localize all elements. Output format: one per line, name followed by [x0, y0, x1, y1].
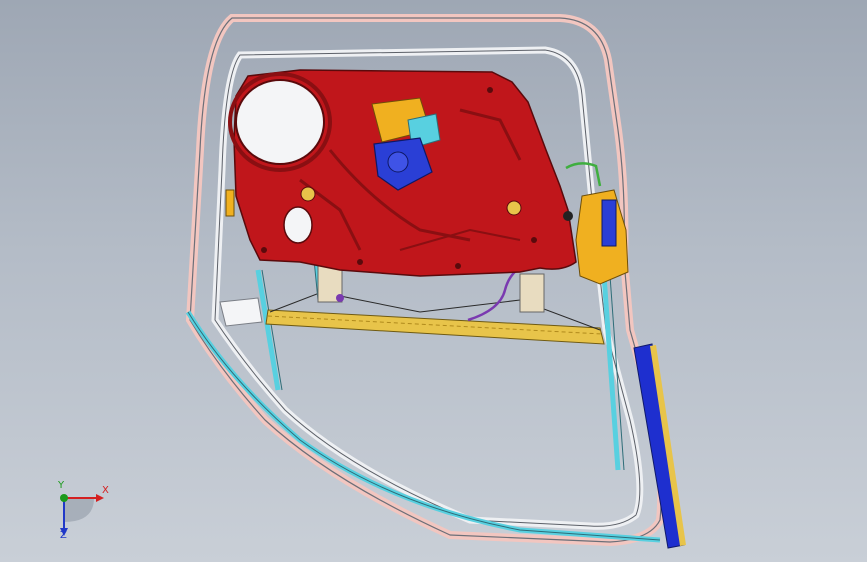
mount-hole-1 [261, 247, 267, 253]
front-run-channel[interactable] [255, 269, 281, 391]
latch-black-clip [563, 211, 573, 221]
panel-access-hole[interactable] [283, 206, 313, 244]
mount-hole-2 [357, 259, 363, 265]
y-axis-dot [60, 494, 68, 502]
motor-gear [387, 151, 409, 173]
door-assembly-model[interactable] [0, 0, 867, 562]
front-hinge-bracket[interactable] [225, 189, 235, 217]
x-axis-label: X [102, 485, 109, 496]
green-wire-harness [565, 162, 602, 187]
speaker-opening[interactable] [235, 79, 325, 165]
mount-hole-3 [455, 263, 461, 269]
triad-shade-icon [64, 498, 94, 522]
y-axis-label: Y [58, 480, 65, 491]
regulator-slider-rear[interactable] [519, 273, 545, 313]
latch-blue-block[interactable] [601, 199, 617, 247]
mount-hole-4 [487, 87, 493, 93]
mount-boss-left [300, 186, 316, 202]
lower-glass-channel[interactable] [185, 310, 661, 543]
mount-hole-5 [531, 237, 537, 243]
z-axis-label: Z [60, 530, 67, 541]
belt-bracket-left[interactable] [219, 297, 263, 327]
regulator-cable-left [269, 291, 421, 313]
front-run-channel-edge [261, 269, 283, 391]
orientation-triad[interactable]: X Y Z [44, 480, 114, 550]
graphics-viewport[interactable]: X Y Z [0, 0, 867, 562]
glass-lift-rail[interactable] [265, 309, 605, 345]
purple-connector [336, 294, 344, 302]
mount-boss-right [506, 200, 522, 216]
